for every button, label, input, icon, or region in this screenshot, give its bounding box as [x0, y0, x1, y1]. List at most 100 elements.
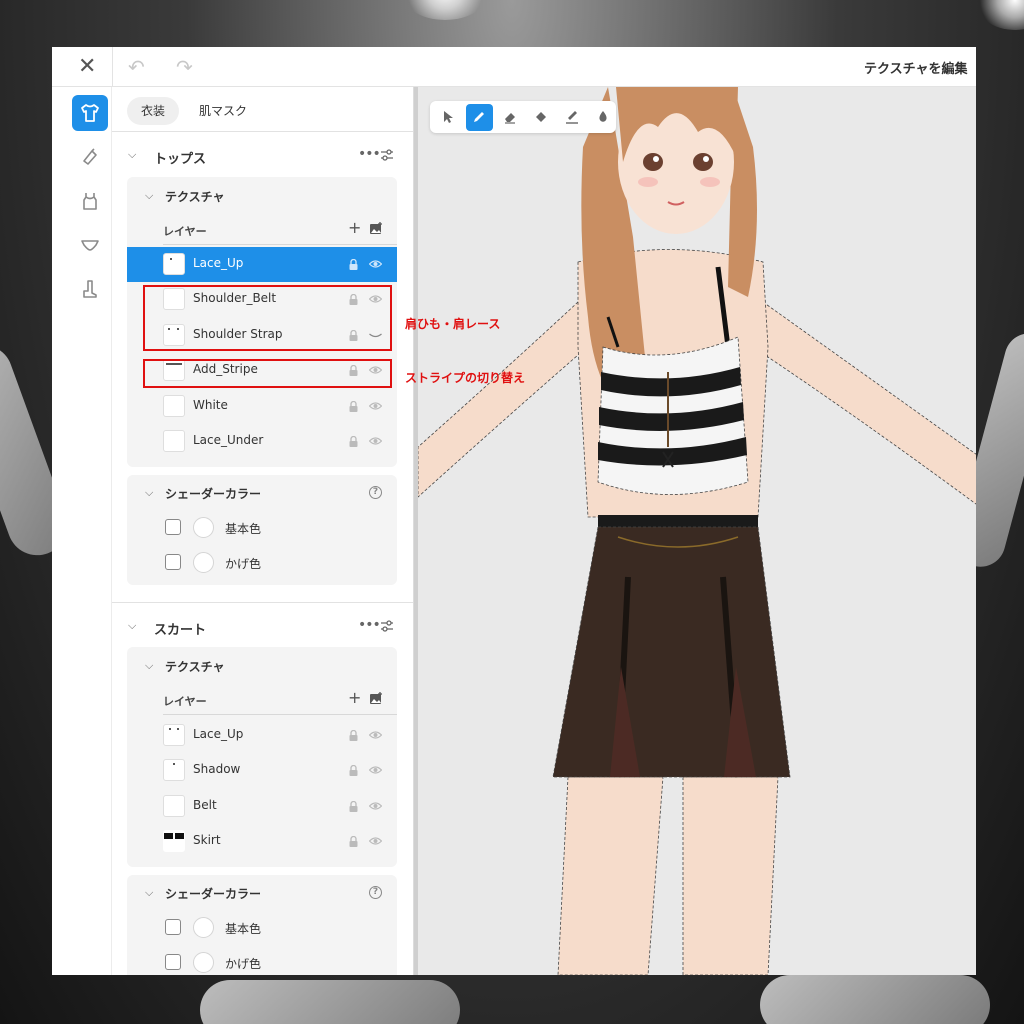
color-swatch[interactable] [193, 917, 214, 938]
tool-stamp[interactable] [558, 104, 585, 131]
model-viewport[interactable] [414, 87, 976, 975]
layer-row[interactable]: Skirt [127, 824, 397, 859]
layer-row[interactable]: Belt [127, 789, 397, 824]
chevron-down-icon: ⌵ [145, 189, 154, 202]
top-bar: ✕ ↶ ↷ テクスチャを編集 [52, 47, 976, 87]
color-swatch[interactable] [193, 517, 214, 538]
fill-icon [535, 112, 546, 122]
eye-icon[interactable] [369, 801, 382, 811]
add-image-icon[interactable] [369, 692, 383, 705]
divider [163, 244, 397, 245]
texture-title: テクスチャ [165, 190, 225, 204]
sliders-icon[interactable] [380, 619, 394, 633]
color-swatch[interactable] [193, 952, 214, 973]
lock-icon[interactable] [349, 801, 358, 812]
eraser-icon [505, 113, 516, 124]
stamp-icon [565, 111, 578, 124]
sliders-icon[interactable] [380, 148, 394, 162]
dropper-icon [598, 111, 607, 122]
annotation-box-shoulder [143, 285, 392, 351]
layer-row[interactable]: Shadow [127, 753, 397, 788]
close-icon[interactable]: ✕ [78, 55, 96, 79]
chevron-down-icon: ⌵ [128, 148, 137, 161]
redo-icon[interactable]: ↷ [176, 55, 193, 79]
properties-panel: 衣装 肌マスク ⌵ トップス ••• ⌵ テクスチャ レイヤー + Lace_U… [112, 87, 414, 975]
layer-row[interactable]: Lace_Up [127, 247, 397, 282]
color-swatch[interactable] [193, 552, 214, 573]
more-icon[interactable]: ••• [358, 146, 381, 162]
eye-icon[interactable] [369, 401, 382, 411]
divider [163, 714, 397, 715]
lock-icon[interactable] [349, 730, 358, 741]
layer-name: Belt [193, 798, 217, 812]
layer-name: White [193, 398, 228, 412]
pen-icon [474, 112, 485, 122]
annotation-label-shoulder: 肩ひも・肩レース [405, 317, 501, 331]
undo-icon[interactable]: ↶ [128, 55, 145, 79]
eye-icon[interactable] [369, 765, 382, 775]
guitar-decoration [200, 980, 460, 1024]
tool-eraser[interactable] [497, 104, 524, 131]
base-color-checkbox[interactable] [165, 919, 181, 935]
tool-fill[interactable] [527, 104, 554, 131]
texture-title: テクスチャ [165, 660, 225, 674]
underwear-icon [81, 240, 99, 251]
add-layer-icon[interactable]: + [348, 220, 361, 236]
eye-icon[interactable] [369, 836, 382, 846]
accessory-icon [83, 148, 97, 165]
chevron-down-icon: ⌵ [145, 886, 154, 899]
stage-light [975, 0, 1024, 30]
panel-tabs: 衣装 肌マスク [127, 97, 261, 125]
eye-icon[interactable] [369, 436, 382, 446]
eye-icon[interactable] [369, 259, 382, 269]
section-header-tops[interactable]: ⌵ トップス ••• [128, 146, 398, 168]
section-title: スカート [154, 623, 207, 638]
tab-skin-mask[interactable]: 肌マスク [185, 97, 261, 125]
select-arrow-icon [444, 111, 454, 123]
rail-item-shoes[interactable] [72, 271, 108, 307]
chevron-down-icon: ⌵ [128, 619, 137, 632]
layer-name: Shadow [193, 762, 241, 776]
lock-icon[interactable] [349, 836, 358, 847]
layer-row[interactable]: Lace_Up [127, 718, 397, 753]
help-icon[interactable]: ? [369, 886, 382, 899]
section-title: トップス [154, 152, 207, 167]
tool-select[interactable] [435, 104, 462, 131]
base-color-checkbox[interactable] [165, 519, 181, 535]
shade-color-checkbox[interactable] [165, 554, 181, 570]
eye-icon[interactable] [369, 730, 382, 740]
layer-thumbnail [163, 430, 185, 452]
layer-name: Lace_Up [193, 727, 244, 741]
shader-card-tops: ⌵ シェーダーカラー ? 基本色 かげ色 [127, 475, 397, 585]
tab-outfit[interactable]: 衣装 [127, 97, 180, 125]
lock-icon[interactable] [349, 765, 358, 776]
layer-thumbnail [163, 830, 185, 852]
section-header-skirt[interactable]: ⌵ スカート ••• [128, 617, 398, 639]
lock-icon[interactable] [349, 436, 358, 447]
shader-title: シェーダーカラー [165, 887, 262, 901]
lock-icon[interactable] [349, 401, 358, 412]
divider [112, 131, 413, 132]
add-image-icon[interactable] [369, 222, 383, 235]
tool-pen[interactable] [465, 103, 493, 131]
more-icon[interactable]: ••• [358, 617, 381, 633]
annotation-box-stripe [143, 359, 392, 388]
layer-row[interactable]: White [127, 389, 397, 424]
texture-card-skirt: ⌵ テクスチャ レイヤー + Lace_Up Shadow Belt Skirt [127, 647, 397, 867]
window-title: テクスチャを編集 [864, 62, 968, 77]
layer-name: Skirt [193, 833, 221, 847]
top-icon [83, 193, 97, 210]
add-layer-icon[interactable]: + [348, 690, 361, 706]
shader-label: 基本色 [225, 922, 262, 936]
rail-item-top[interactable] [72, 183, 108, 219]
shade-color-checkbox[interactable] [165, 954, 181, 970]
lock-icon[interactable] [349, 259, 358, 270]
avatar-model [418, 87, 976, 975]
rail-item-underwear[interactable] [72, 227, 108, 263]
layer-thumbnail [163, 795, 185, 817]
layer-row[interactable]: Lace_Under [127, 424, 397, 459]
help-icon[interactable]: ? [369, 486, 382, 499]
rail-item-outfit[interactable] [72, 95, 108, 131]
rail-item-accessory[interactable] [72, 139, 108, 175]
tool-dropper[interactable] [589, 104, 616, 131]
